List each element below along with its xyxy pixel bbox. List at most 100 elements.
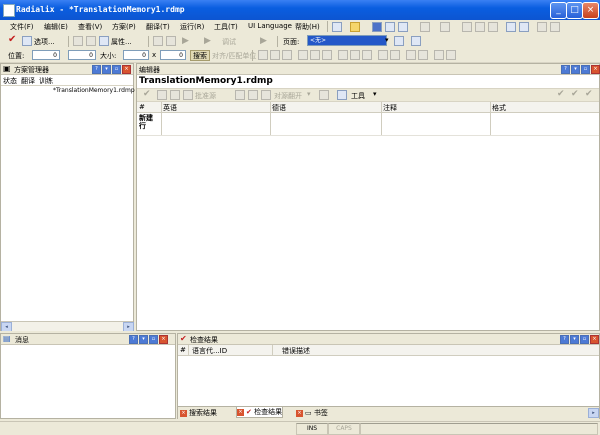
column-number[interactable]: # — [139, 103, 145, 111]
search-button[interactable]: 搜索 — [190, 50, 210, 61]
new-row-header[interactable]: 新建行 — [139, 114, 159, 130]
tab-bookmarks[interactable]: × ▭ 书签 — [296, 408, 328, 418]
options-button[interactable]: 选项... — [34, 37, 55, 47]
tree-item-label[interactable]: *TranslationMemory1.rdmp — [53, 87, 135, 94]
refresh-icon[interactable] — [394, 36, 404, 46]
close-icon[interactable]: × — [159, 335, 168, 344]
open-folder-icon[interactable] — [350, 22, 360, 32]
revert-icon[interactable] — [157, 90, 167, 100]
save-icon[interactable] — [372, 22, 382, 32]
run-icon[interactable]: ▶ — [182, 36, 189, 46]
menu-edit[interactable]: 编辑(E) — [44, 22, 68, 32]
menu-tools[interactable]: 工具(T) — [214, 22, 238, 32]
minimize-button[interactable]: _ — [550, 2, 567, 19]
pin-icon[interactable]: ▫ — [581, 65, 590, 74]
tab-check-results[interactable]: × ✔ 检查结果 — [236, 407, 284, 418]
help-icon[interactable]: ? — [561, 65, 570, 74]
step-icon[interactable] — [153, 36, 163, 46]
cut-icon[interactable] — [462, 22, 472, 32]
tree-item[interactable]: *TranslationMemory1.rdmp — [1, 86, 135, 96]
close-icon[interactable]: × — [122, 65, 131, 74]
menu-translate[interactable]: 翻译(T) — [146, 22, 170, 32]
replace-icon[interactable] — [519, 22, 529, 32]
column-number[interactable]: # — [180, 346, 186, 354]
approve-source-button[interactable]: 批准源 — [195, 91, 216, 101]
space-vertical-icon[interactable] — [390, 50, 400, 60]
align-bottom-icon[interactable] — [322, 50, 332, 60]
position-y-input[interactable]: 0 — [68, 50, 96, 60]
column-status[interactable]: 状态 — [3, 76, 17, 86]
approve-prev-icon[interactable]: ✔ — [585, 89, 593, 99]
menu-help[interactable]: 帮助(H) — [295, 22, 320, 32]
align-center-icon[interactable] — [270, 50, 280, 60]
back-icon[interactable] — [537, 22, 547, 32]
chevron-down-icon[interactable]: ▾ — [373, 90, 377, 98]
close-button[interactable]: × — [582, 2, 599, 19]
pin-icon[interactable]: ▫ — [149, 335, 158, 344]
tools-menu-button[interactable]: 工具 — [351, 91, 365, 101]
filter-icon[interactable] — [183, 90, 193, 100]
column-language-id[interactable]: 语言代...ID — [192, 346, 227, 356]
expand-button[interactable]: 对源翻开 — [274, 91, 302, 101]
close-icon[interactable]: × — [591, 65, 600, 74]
copy-icon[interactable] — [475, 22, 485, 32]
maximize-button[interactable]: □ — [566, 2, 583, 19]
pin-icon[interactable]: ▫ — [112, 65, 121, 74]
center-vertical-icon[interactable] — [418, 50, 428, 60]
save-all-icon[interactable] — [385, 22, 395, 32]
undo-icon[interactable] — [420, 22, 430, 32]
column-english[interactable]: 英语 — [163, 103, 177, 113]
chevron-down-icon[interactable]: ▾ — [139, 335, 148, 344]
close-icon[interactable]: × — [237, 408, 244, 416]
close-icon[interactable]: × — [180, 409, 187, 417]
columns-icon[interactable] — [86, 36, 96, 46]
tab-order-icon[interactable] — [446, 50, 456, 60]
same-height-icon[interactable] — [350, 50, 360, 60]
approve-next-icon[interactable]: ✔ — [571, 89, 579, 99]
align-right-icon[interactable] — [282, 50, 292, 60]
column-format[interactable]: 格式 — [492, 103, 506, 113]
debug-button[interactable]: 调试 — [222, 37, 236, 47]
close-icon[interactable]: × — [296, 409, 303, 417]
center-horizontal-icon[interactable] — [406, 50, 416, 60]
column-translate[interactable]: 翻译 — [21, 76, 35, 86]
pin-icon[interactable]: ▫ — [580, 335, 589, 344]
help-icon[interactable]: ? — [560, 335, 569, 344]
paste-icon[interactable] — [488, 22, 498, 32]
column-training[interactable]: 训练 — [39, 76, 53, 86]
view-dropdown[interactable]: <无> — [307, 35, 387, 46]
print-icon[interactable] — [398, 22, 408, 32]
size-width-input[interactable]: 0 — [123, 50, 149, 60]
insert-row-icon[interactable] — [235, 90, 245, 100]
space-horizontal-icon[interactable] — [378, 50, 388, 60]
approve-icon[interactable]: ✔ — [143, 89, 151, 99]
menu-run[interactable]: 运行(R) — [180, 22, 204, 32]
same-size-icon[interactable] — [362, 50, 372, 60]
scroll-right-icon[interactable]: ▸ — [588, 408, 599, 418]
run-to-icon[interactable]: ▶ — [204, 36, 211, 46]
column-german[interactable]: 德语 — [272, 103, 286, 113]
chevron-down-icon[interactable]: ▾ — [307, 90, 311, 98]
align-top-icon[interactable] — [298, 50, 308, 60]
same-width-icon[interactable] — [338, 50, 348, 60]
redo-icon[interactable] — [440, 22, 450, 32]
align-middle-icon[interactable] — [310, 50, 320, 60]
chevron-down-icon[interactable]: ▾ — [385, 36, 389, 44]
close-icon[interactable]: × — [590, 335, 599, 344]
delete-row-icon[interactable] — [261, 90, 271, 100]
size-height-input[interactable]: 0 — [160, 50, 186, 60]
column-error-description[interactable]: 错误描述 — [282, 346, 310, 356]
tab-search-results[interactable]: × 搜索结果 — [180, 408, 217, 418]
continue-icon[interactable]: ▶ — [260, 36, 267, 46]
forward-icon[interactable] — [550, 22, 560, 32]
attributes-button[interactable]: 属性... — [111, 37, 132, 47]
step-into-icon[interactable] — [166, 36, 176, 46]
clear-icon[interactable] — [170, 90, 180, 100]
copy-row-icon[interactable] — [248, 90, 258, 100]
check-icon[interactable]: ✔ — [8, 34, 16, 45]
approve-all-icon[interactable]: ✔ — [557, 89, 565, 99]
position-x-input[interactable]: 0 — [32, 50, 60, 60]
chevron-down-icon[interactable]: ▾ — [102, 65, 111, 74]
help-icon[interactable]: ? — [129, 335, 138, 344]
chevron-down-icon[interactable]: ▾ — [570, 335, 579, 344]
